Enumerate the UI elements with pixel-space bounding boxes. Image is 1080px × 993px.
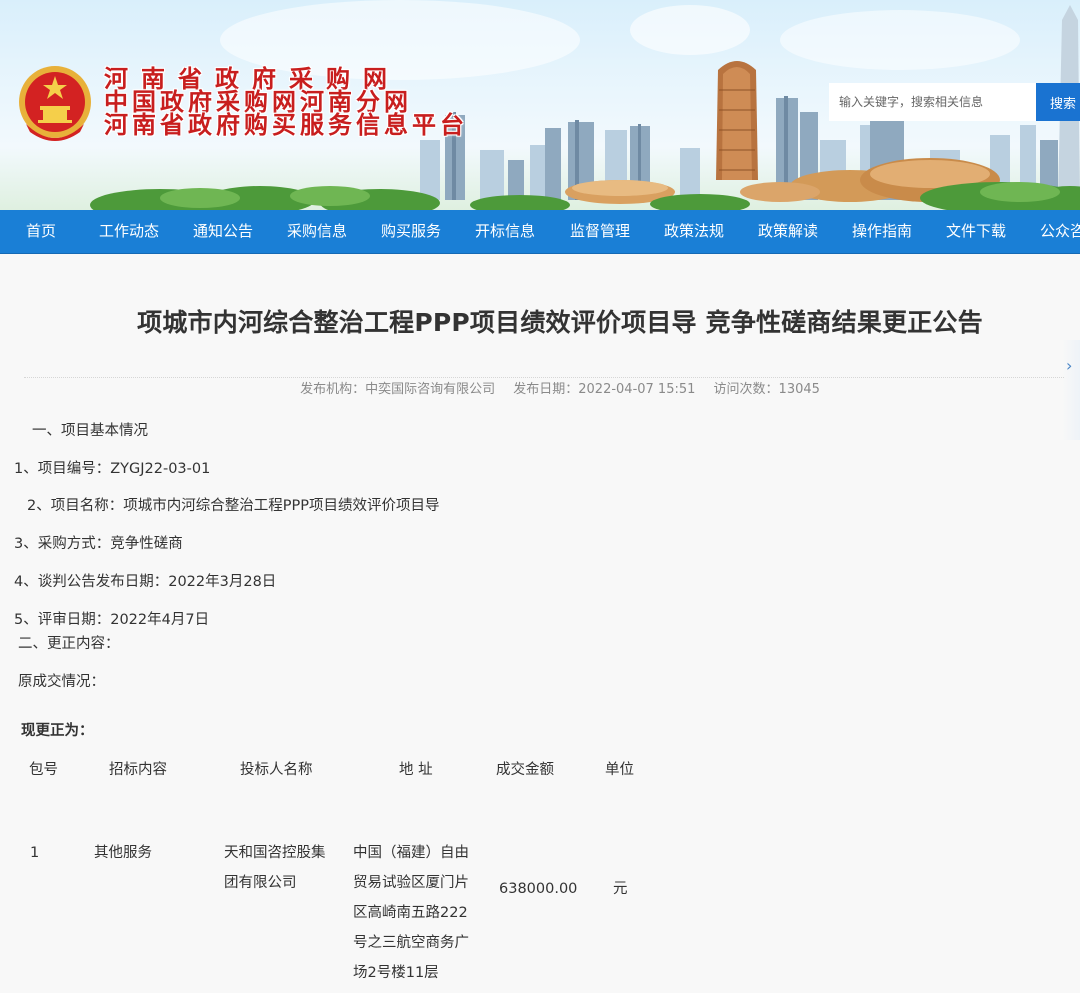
table-cell-package: 1: [30, 845, 40, 861]
search-input[interactable]: [829, 83, 1036, 121]
meta-views: 访问次数：13045: [713, 382, 820, 397]
bidder-line: 天和国咨控股集: [224, 845, 326, 861]
table-header-unit: 单位: [605, 762, 634, 778]
table-cell-amount: 638000.00: [499, 881, 578, 897]
national-emblem-icon: [19, 66, 91, 141]
article-meta: 发布机构：中奕国际咨询有限公司 发布日期：2022-04-07 15:51 访问…: [0, 378, 1080, 397]
section-basic-heading: 一、项目基本情况: [32, 423, 148, 439]
table-header-bidder: 投标人名称: [240, 762, 313, 778]
nav-item-work-news[interactable]: 工作动态: [99, 210, 159, 253]
nav-item-procurement-info[interactable]: 采购信息: [287, 210, 347, 253]
table-header-package: 包号: [29, 762, 58, 778]
site-title-block: 河南省政府采购网 中国政府采购网河南分网 河南省政府购买服务信息平台: [104, 67, 468, 139]
nav-item-guide[interactable]: 操作指南: [852, 210, 912, 253]
bidder-line: 团有限公司: [224, 875, 297, 891]
side-arrow-icon: ›: [1066, 356, 1073, 375]
table-cell-content: 其他服务: [94, 845, 152, 861]
table-cell-bidder: 天和国咨控股集 团有限公司: [224, 838, 326, 898]
address-line: 号之三航空商务广: [353, 935, 469, 951]
table-header-content: 招标内容: [109, 762, 167, 778]
search-bar: 搜索: [829, 83, 1080, 121]
project-name: 2、项目名称：项城市内河综合整治工程PPP项目绩效评价项目导: [27, 498, 440, 514]
main-nav: 首页 工作动态 通知公告 采购信息 购买服务 开标信息 监督管理 政策法规 政策…: [0, 210, 1080, 254]
header-banner: 河南省政府采购网 中国政府采购网河南分网 河南省政府购买服务信息平台 搜索: [0, 0, 1080, 210]
nav-item-policies[interactable]: 政策法规: [664, 210, 724, 253]
table-header-address: 地 址: [399, 762, 433, 778]
address-line: 贸易试验区厦门片: [353, 875, 469, 891]
table-cell-address: 中国（福建）自由 贸易试验区厦门片 区高崎南五路222 号之三航空商务广 场2号…: [353, 838, 469, 988]
address-line: 中国（福建）自由: [353, 845, 469, 861]
nav-item-public-consult[interactable]: 公众咨: [1040, 210, 1080, 253]
nav-item-policy-interpretation[interactable]: 政策解读: [758, 210, 818, 253]
meta-publisher: 发布机构：中奕国际咨询有限公司: [300, 382, 496, 397]
nav-item-purchase-services[interactable]: 购买服务: [381, 210, 441, 253]
search-button[interactable]: 搜索: [1036, 83, 1080, 121]
nav-item-notices[interactable]: 通知公告: [193, 210, 253, 253]
nav-item-supervision[interactable]: 监督管理: [570, 210, 630, 253]
original-result-label: 原成交情况：: [18, 674, 105, 690]
table-cell-unit: 元: [613, 881, 628, 897]
corrected-result-label: 现更正为：: [21, 723, 94, 739]
meta-publish-date: 发布日期：2022-04-07 15:51: [513, 382, 696, 397]
project-number: 1、项目编号：ZYGJ22-03-01: [14, 461, 211, 477]
table-header-amount: 成交金额: [496, 762, 554, 778]
nav-item-downloads[interactable]: 文件下载: [946, 210, 1006, 253]
review-date: 5、评审日期：2022年4月7日: [14, 612, 210, 628]
announcement-date: 4、谈判公告发布日期：2022年3月28日: [14, 574, 277, 590]
address-line: 场2号楼11层: [353, 965, 439, 981]
section-correction-heading: 二、更正内容：: [18, 636, 120, 652]
nav-item-home[interactable]: 首页: [26, 210, 56, 253]
site-title-line-3: 河南省政府购买服务信息平台: [104, 111, 468, 139]
procurement-method: 3、采购方式：竞争性磋商: [14, 536, 183, 552]
article-title: 项城市内河综合整治工程PPP项目绩效评价项目导 竞争性磋商结果更正公告: [137, 308, 983, 337]
address-line: 区高崎南五路222: [353, 905, 468, 921]
nav-item-bid-opening[interactable]: 开标信息: [475, 210, 535, 253]
